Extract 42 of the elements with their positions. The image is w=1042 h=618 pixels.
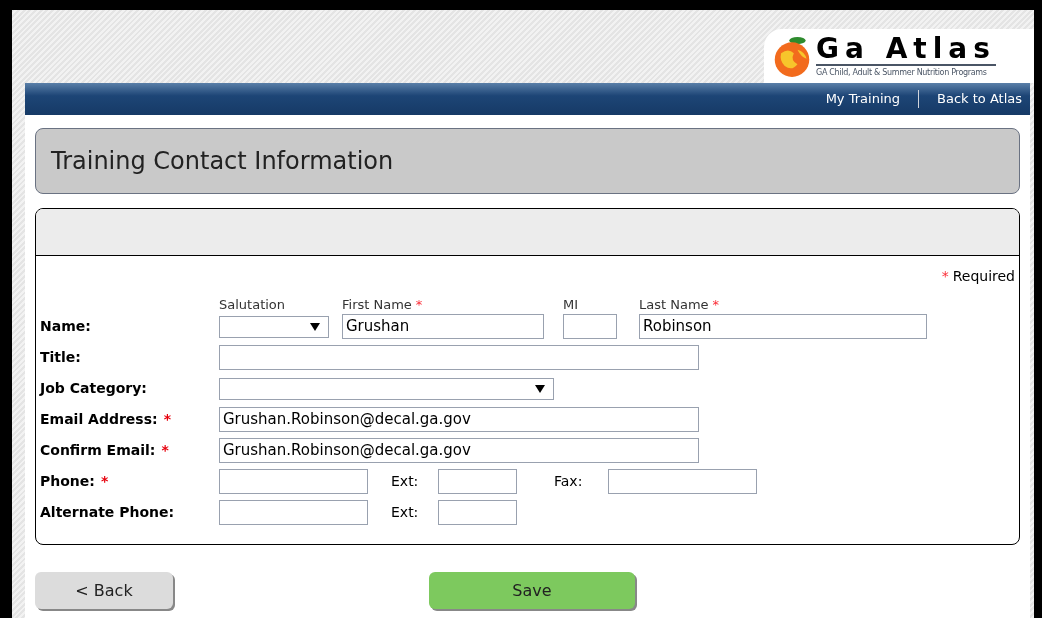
field-label: Phone: (40, 472, 95, 491)
field-label: Job Category: (40, 379, 147, 398)
dropdown-arrow-icon (535, 384, 545, 393)
save-button[interactable]: Save (429, 572, 635, 609)
back-button[interactable]: < Back (35, 572, 173, 609)
logo-title: Ga Atlas (816, 33, 996, 64)
dropdown[interactable] (219, 315, 329, 338)
column-label: Last Name (639, 296, 709, 311)
input-field[interactable]: Grushan.Robinson@decal.ga.gov (219, 438, 699, 463)
required-mark: * (161, 441, 169, 460)
input-field[interactable] (438, 500, 517, 525)
dropdown-arrow-icon (310, 322, 320, 331)
field-label: Alternate Phone: (40, 503, 175, 522)
input-field[interactable] (563, 314, 617, 339)
field-label: Email Address: (40, 410, 158, 429)
input-field[interactable] (219, 345, 699, 370)
input-field[interactable] (438, 469, 517, 494)
logo-subtitle: GA Child, Adult & Summer Nutrition Programs (816, 63, 996, 79)
field-label: Name: (40, 317, 91, 336)
input-field[interactable] (219, 500, 368, 525)
field-label: Confirm Email: (40, 441, 156, 460)
field-label: Ext: (391, 503, 420, 522)
input-field[interactable] (608, 469, 757, 494)
required-mark: * (163, 410, 171, 429)
column-label: MI (563, 296, 579, 311)
input-field[interactable] (219, 469, 368, 494)
input-field[interactable]: Robinson (639, 314, 927, 339)
required-note: * Required (941, 267, 1015, 286)
required-mark: * (415, 296, 423, 311)
column-label: Salutation (219, 296, 286, 311)
required-mark: * (712, 296, 720, 311)
field-label: Ext: (391, 472, 420, 491)
input-field[interactable]: Grushan (342, 314, 544, 339)
input-field[interactable]: Grushan.Robinson@decal.ga.gov (219, 407, 699, 432)
nav-link[interactable]: Back to Atlas (937, 89, 1022, 109)
required-mark: * (100, 472, 109, 491)
page-title: Training Contact Information (51, 146, 394, 177)
nav-link[interactable]: My Training (825, 89, 900, 109)
field-label: Title: (40, 348, 81, 367)
field-label: Fax: (554, 472, 584, 491)
column-label: First Name (342, 296, 412, 311)
dropdown[interactable] (219, 377, 554, 400)
